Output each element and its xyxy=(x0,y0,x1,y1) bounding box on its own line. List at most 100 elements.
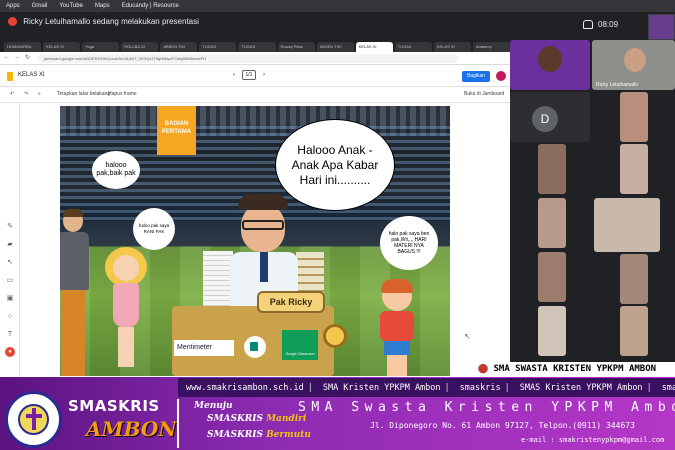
browser-tab[interactable]: KELAS XI xyxy=(43,42,81,52)
banner-divider xyxy=(177,399,179,448)
open-in-jamboard-button[interactable]: Buka di Jamboard xyxy=(464,91,504,97)
bookmark-apps[interactable]: Apps xyxy=(6,3,20,9)
student-boy-figure xyxy=(372,279,422,376)
browser-tab[interactable]: TUGAS xyxy=(199,42,237,52)
logo-name-bottom: AMBON xyxy=(86,417,177,441)
select-arrow-icon[interactable]: ↖ xyxy=(6,259,14,267)
browser-tab[interactable]: HUMANIORA xyxy=(4,42,42,52)
school-location-tag: ⬤ SMA SWASTA KRISTEN YPKPM AMBON xyxy=(474,362,675,377)
browser-tab[interactable]: KELAS XI xyxy=(355,42,393,52)
participant-tile-4[interactable] xyxy=(538,144,566,194)
textbox-icon[interactable]: T xyxy=(6,331,14,339)
divider: | xyxy=(504,382,510,393)
participant-tile-9[interactable] xyxy=(620,254,648,304)
browser-tab[interactable]: TUGAS xyxy=(238,42,276,52)
browser-tab[interactable]: TUGAS xyxy=(394,42,432,52)
logo-name-top: SMASKRIS xyxy=(68,397,160,415)
pen-icon[interactable]: ✎ xyxy=(6,223,14,231)
speech-bubble-boy: halo pak saya ben pak,Wii,,,, HARI MATER… xyxy=(380,216,438,270)
divider: | xyxy=(307,382,313,393)
undo-icon[interactable]: ↶ xyxy=(10,91,14,97)
participant-tile-3[interactable] xyxy=(620,92,648,142)
browser-tab[interactable]: KELAS XI xyxy=(433,42,471,52)
image-icon[interactable]: ▣ xyxy=(6,295,14,303)
next-frame-icon[interactable]: › xyxy=(263,72,265,78)
zoom-icon[interactable]: ⌕ xyxy=(38,91,41,97)
presenter-avatar xyxy=(8,17,17,27)
divider: | xyxy=(444,382,450,393)
participant-tile-6[interactable] xyxy=(538,198,566,248)
participant-tile-7[interactable] xyxy=(594,198,660,252)
motto-line-1-a: SMASKRIS xyxy=(207,414,267,424)
browser-tab[interactable]: Roway Resc xyxy=(277,42,315,52)
man-shirt xyxy=(60,232,89,290)
motto-line-2-b: Bermutu xyxy=(266,430,311,440)
jamboard-logo-icon[interactable] xyxy=(7,72,13,81)
participant-tile-8[interactable] xyxy=(538,252,566,302)
website-link[interactable]: www.smakrisambon.sch.id xyxy=(186,383,304,393)
participant-face xyxy=(624,48,646,72)
paper-stack xyxy=(203,251,233,313)
redo-icon[interactable]: ↷ xyxy=(24,91,28,97)
speech-bubble-student: halooo pak,baik pak xyxy=(92,151,140,189)
browser-tab[interactable]: Anatomy xyxy=(472,42,510,52)
participant-tile-11[interactable] xyxy=(620,306,648,356)
school-full-name: SMA Swasta Kristen YPKPM Ambon xyxy=(298,400,675,415)
browser-tab[interactable]: ROLLBA 22 xyxy=(121,42,159,52)
student-girl-figure xyxy=(103,247,149,376)
browser-tab[interactable]: ABSEN TIKI xyxy=(316,42,354,52)
self-view-thumbnail[interactable] xyxy=(648,14,675,40)
twitter-link[interactable]: smaskris xyxy=(662,383,675,393)
url-field[interactable]: jamboard.google.com/d/1DEROHNCpzoe2eL0L6… xyxy=(38,54,458,63)
divider: | xyxy=(646,382,652,393)
shape-circle-icon[interactable]: ○ xyxy=(6,313,14,321)
browser-tab[interactable]: ABSEN TIKI xyxy=(160,42,198,52)
participant-tile-5[interactable] xyxy=(620,144,648,194)
girl-face xyxy=(113,255,139,281)
bookmark-educandy[interactable]: Educandy | Resource xyxy=(122,3,179,9)
prev-frame-icon[interactable]: ‹ xyxy=(233,72,235,78)
bookmark-youtube[interactable]: YouTube xyxy=(59,3,83,9)
facebook-link[interactable]: SMAS Kristen YPKPM Ambon xyxy=(520,383,643,393)
participant-name: Ricky Letuihamallo xyxy=(596,82,638,88)
frame-counter[interactable]: 1/1 xyxy=(242,70,256,80)
youtube-link[interactable]: SMA Kristen YPKPM Ambon xyxy=(323,383,441,393)
jam-title[interactable]: KELAS XI xyxy=(18,72,45,78)
bookmark-gmail[interactable]: Gmail xyxy=(32,3,48,9)
film-reel-icon xyxy=(323,324,347,348)
presenting-text: Ricky Letuihamallo sedang melakukan pres… xyxy=(23,17,199,26)
shared-screen-browser: HUMANIORA KELAS XI Yoga ROLLBA 22 ABSEN TIKI… xyxy=(0,40,510,377)
school-tag-text: SMA SWASTA KRISTEN YPKPM AMBON xyxy=(493,364,657,374)
back-arrow-icon[interactable]: ← xyxy=(4,54,10,60)
girl-dress xyxy=(113,283,139,327)
browser-tab[interactable]: Yoga xyxy=(82,42,120,52)
motto-line-1-b: Mandiri xyxy=(266,414,307,424)
sticky-note-icon[interactable]: ▭ xyxy=(6,277,14,285)
address-bar: ← → ↻ jamboard.google.com/d/1DEROHNCpzoe… xyxy=(0,52,510,65)
laser-icon[interactable]: ● xyxy=(5,347,15,357)
participant-tile-1[interactable] xyxy=(510,40,590,90)
social-links-strip: www.smakrisambon.sch.id | SMA Kristen YPK… xyxy=(178,378,675,397)
jam-canvas[interactable]: BAGIAN PERTAMA halooo pak,baik pak haloo… xyxy=(60,106,450,376)
participant-grid: Ricky Letuihamallo xyxy=(510,40,675,377)
speech-bubble-teacher: Halooo Anak - Anak Apa Kabar Hari ini...… xyxy=(275,119,395,211)
school-address: Jl. Diponegoro No. 61 Ambon 97127, Telpo… xyxy=(370,421,635,430)
account-avatar[interactable] xyxy=(496,71,506,81)
bookmark-maps[interactable]: Maps xyxy=(95,3,110,9)
reload-icon[interactable]: ↻ xyxy=(25,54,30,61)
participant-tile-host[interactable]: Ricky Letuihamallo xyxy=(592,40,675,90)
teacher-glasses xyxy=(242,220,284,230)
man-pants xyxy=(61,290,85,376)
clear-frame-button[interactable]: Hapus frame xyxy=(108,91,137,97)
google-classroom-logo: Google Classroom xyxy=(282,330,318,360)
eraser-icon[interactable]: ▰ xyxy=(6,241,14,249)
people-icon[interactable] xyxy=(583,20,593,29)
participant-tile-10[interactable] xyxy=(538,306,566,356)
crest-cross-bar xyxy=(26,414,42,418)
school-crest-logo xyxy=(5,391,62,448)
instagram-link[interactable]: smaskris xyxy=(460,383,501,393)
set-background-button[interactable]: Tetapkan latar belakang xyxy=(57,91,110,97)
forward-arrow-icon[interactable]: → xyxy=(14,54,20,60)
share-button[interactable]: Bagikan xyxy=(462,71,490,82)
motto-line-2-a: SMASKRIS xyxy=(207,430,267,440)
